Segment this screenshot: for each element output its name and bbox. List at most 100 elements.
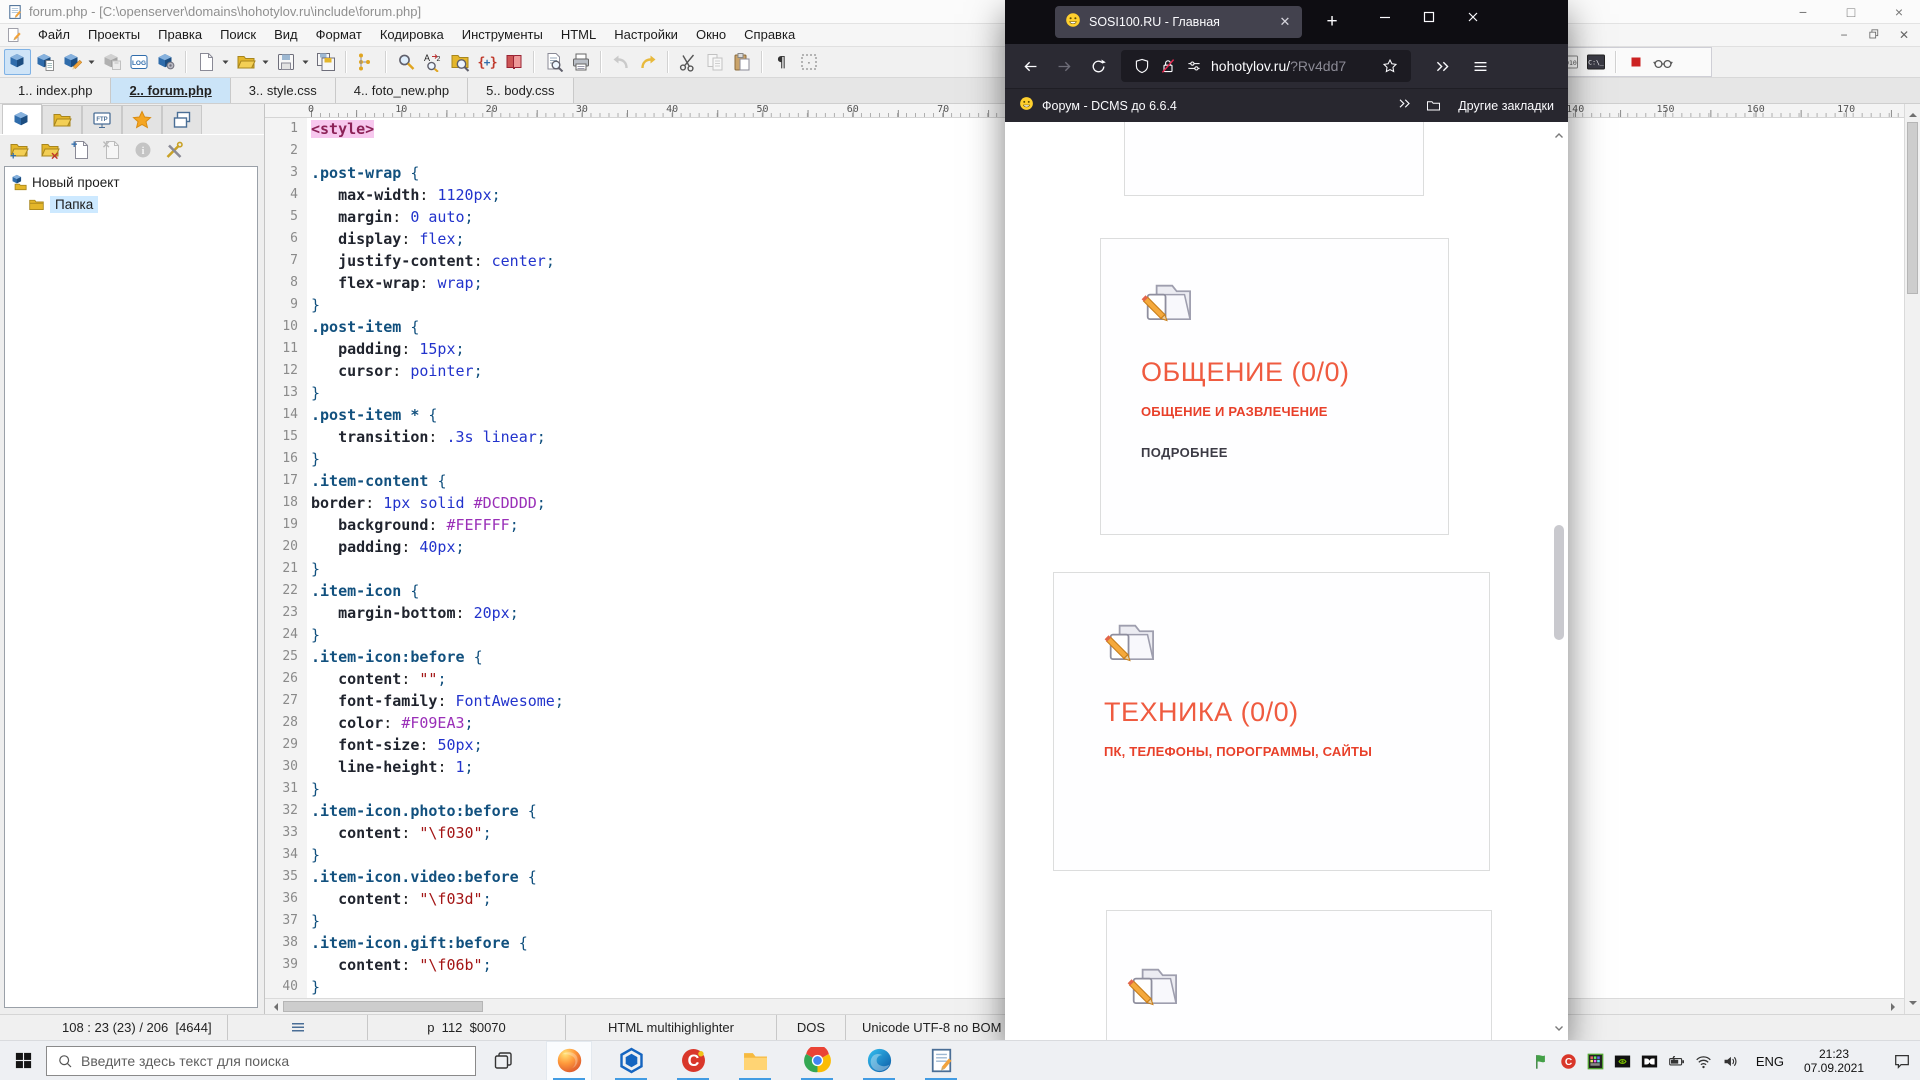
code-clips-button[interactable]: {+} bbox=[473, 49, 500, 75]
save-file-dropdown[interactable] bbox=[299, 49, 312, 75]
menu-5[interactable]: Формат bbox=[307, 27, 371, 42]
scrollbar-down-icon[interactable] bbox=[1552, 1020, 1566, 1036]
page-scrollbar[interactable] bbox=[1552, 122, 1566, 1040]
save-all-button[interactable] bbox=[312, 49, 339, 75]
new-tab-button[interactable]: + bbox=[1317, 8, 1347, 36]
new-file-dropdown[interactable] bbox=[219, 49, 232, 75]
sidebar-tab-project[interactable] bbox=[2, 104, 42, 134]
forward-button[interactable] bbox=[1047, 49, 1081, 83]
search-in-files-button[interactable] bbox=[446, 49, 473, 75]
console-button[interactable]: C:\_ bbox=[1582, 49, 1609, 75]
menu-7[interactable]: Инструменты bbox=[453, 27, 552, 42]
bookmark-item[interactable]: Форум - DCMS до 6.6.4 bbox=[1019, 96, 1177, 116]
tray-dolby[interactable] bbox=[1636, 1041, 1663, 1080]
editor-vertical-scrollbar[interactable] bbox=[1904, 104, 1920, 1014]
menu-9[interactable]: Настройки bbox=[605, 27, 687, 42]
forum-category-card[interactable]: ТЕХНИКА (0/0)ПК, ТЕЛЕФОНЫ, ПОРОГРАММЫ, С… bbox=[1053, 572, 1490, 871]
browser-tab[interactable]: SOSI100.RU - Главная ✕ bbox=[1055, 6, 1302, 38]
code-explorer-button[interactable] bbox=[352, 49, 379, 75]
category-title[interactable]: ТЕХНИКА (0/0) bbox=[1104, 697, 1439, 728]
reading-glasses-button[interactable] bbox=[1649, 49, 1676, 75]
forum-category-card[interactable] bbox=[1106, 910, 1492, 1040]
add-folder-button[interactable]: + bbox=[4, 137, 33, 163]
browser-maximize-button[interactable] bbox=[1407, 0, 1451, 34]
paste-button[interactable] bbox=[728, 49, 755, 75]
task-view-button[interactable] bbox=[482, 1041, 524, 1080]
project-more-dropdown[interactable] bbox=[85, 49, 98, 75]
project-edit-button[interactable] bbox=[58, 49, 85, 75]
open-file-button[interactable] bbox=[232, 49, 259, 75]
redo-button[interactable] bbox=[634, 49, 661, 75]
remove-file-button[interactable]: ✕ bbox=[97, 137, 126, 163]
back-button[interactable] bbox=[1013, 49, 1047, 83]
page-scroll-thumb[interactable] bbox=[1554, 525, 1564, 640]
category-title[interactable]: ОБЩЕНИЕ (0/0) bbox=[1141, 357, 1408, 388]
shield-icon[interactable] bbox=[1129, 53, 1155, 79]
editor-tab-3[interactable]: 3.. style.css bbox=[231, 78, 336, 103]
sidebar-tab-favorites[interactable] bbox=[122, 105, 162, 134]
forum-category-card[interactable]: ОБЩЕНИЕ (0/0)ОБЩЕНИЕ И РАЗВЛЕЧЕНИЕПОДРОБ… bbox=[1100, 238, 1449, 535]
taskbar-ccleaner[interactable]: C bbox=[670, 1041, 716, 1080]
tray-battery[interactable] bbox=[1663, 1041, 1690, 1080]
log-window-button[interactable]: LOG bbox=[125, 49, 152, 75]
tree-item[interactable]: Папка bbox=[7, 193, 255, 215]
sidebar-tab-windows[interactable] bbox=[162, 105, 202, 134]
tray-nvidia[interactable] bbox=[1609, 1041, 1636, 1080]
horizontal-scroll-thumb[interactable] bbox=[283, 1001, 483, 1012]
new-file-button[interactable] bbox=[192, 49, 219, 75]
add-file-button[interactable]: + bbox=[66, 137, 95, 163]
search-input[interactable] bbox=[81, 1053, 475, 1069]
remove-folder-button[interactable]: ✕ bbox=[35, 137, 64, 163]
menu-4[interactable]: Вид bbox=[265, 27, 307, 42]
editor-tab-2[interactable]: 2.. forum.php bbox=[111, 78, 230, 103]
menu-1[interactable]: Проекты bbox=[79, 27, 149, 42]
taskbar-editor[interactable] bbox=[918, 1041, 964, 1080]
taskbar-chrome[interactable] bbox=[794, 1041, 840, 1080]
taskbar-search[interactable] bbox=[46, 1046, 476, 1076]
special-chars-button[interactable]: · bbox=[795, 49, 822, 75]
menu-hamburger-icon[interactable] bbox=[1463, 49, 1497, 83]
project-open-button[interactable] bbox=[31, 49, 58, 75]
sidebar-tab-ftp[interactable]: FTP bbox=[82, 105, 122, 134]
copy-button[interactable] bbox=[701, 49, 728, 75]
menu-8[interactable]: HTML bbox=[552, 27, 605, 42]
open-file-dropdown[interactable] bbox=[259, 49, 272, 75]
replace-button[interactable]: A2 bbox=[419, 49, 446, 75]
tray-ccleaner[interactable]: C bbox=[1555, 1041, 1582, 1080]
reload-button[interactable] bbox=[1081, 49, 1115, 83]
taskbar-edge[interactable] bbox=[856, 1041, 902, 1080]
tree-item[interactable]: Новый проект bbox=[7, 171, 255, 193]
mdi-restore-button[interactable] bbox=[1866, 28, 1882, 42]
browser-close-button[interactable] bbox=[1451, 0, 1495, 34]
scroll-left-arrow-icon[interactable] bbox=[270, 1003, 278, 1011]
editor-close-button[interactable]: × bbox=[1888, 4, 1910, 20]
project-cube-button[interactable] bbox=[4, 49, 31, 75]
editor-maximize-button[interactable]: □ bbox=[1840, 4, 1862, 20]
category-more-link[interactable]: ПОДРОБНЕЕ bbox=[1141, 445, 1408, 460]
tray-volume[interactable] bbox=[1717, 1041, 1744, 1080]
mdi-minimize-button[interactable]: − bbox=[1836, 28, 1852, 42]
menu-10[interactable]: Окно bbox=[687, 27, 735, 42]
editor-tab-5[interactable]: 5.. body.css bbox=[468, 78, 573, 103]
bookmark-star-icon[interactable] bbox=[1377, 53, 1403, 79]
tray-pixel-grid[interactable] bbox=[1582, 1041, 1609, 1080]
notification-center-icon[interactable] bbox=[1882, 1041, 1920, 1080]
browser-minimize-button[interactable] bbox=[1363, 0, 1407, 34]
menu-11[interactable]: Справка bbox=[735, 27, 804, 42]
editor-tab-1[interactable]: 1.. index.php bbox=[0, 78, 111, 103]
insecure-lock-icon[interactable] bbox=[1155, 53, 1181, 79]
cut-button[interactable] bbox=[674, 49, 701, 75]
menu-0[interactable]: Файл bbox=[29, 27, 79, 42]
scroll-up-arrow-icon[interactable] bbox=[1909, 109, 1917, 117]
project-info-button[interactable]: i bbox=[128, 137, 157, 163]
sidebar-tab-files[interactable] bbox=[42, 105, 82, 134]
taskbar-firefox[interactable] bbox=[546, 1041, 592, 1080]
editor-tab-4[interactable]: 4.. foto_new.php bbox=[336, 78, 468, 103]
editor-minimize-button[interactable]: − bbox=[1792, 4, 1814, 20]
scrollbar-up-icon[interactable] bbox=[1552, 128, 1566, 144]
pilcrow-button[interactable]: ¶ bbox=[768, 49, 795, 75]
bookmarks-overflow-icon[interactable] bbox=[1397, 96, 1412, 116]
mdi-close-button[interactable]: ✕ bbox=[1896, 28, 1912, 42]
menu-6[interactable]: Кодировка bbox=[371, 27, 453, 42]
print-button[interactable] bbox=[567, 49, 594, 75]
